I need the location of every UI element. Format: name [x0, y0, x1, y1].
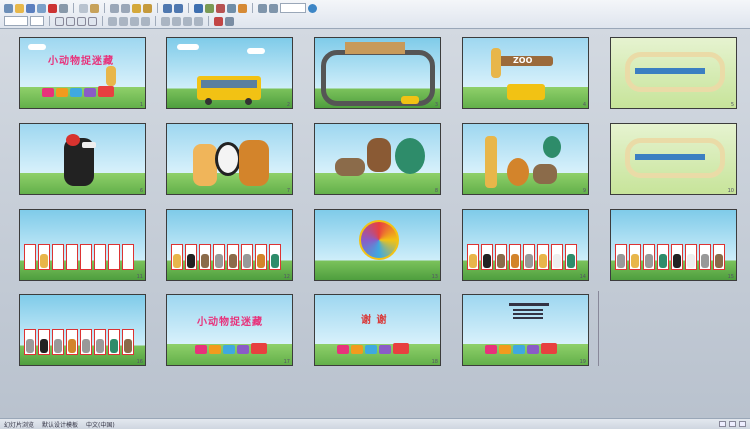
- permission-icon[interactable]: [37, 3, 46, 13]
- research-icon[interactable]: [90, 3, 99, 13]
- table-icon[interactable]: [205, 3, 214, 13]
- increase-font-icon[interactable]: [183, 16, 192, 26]
- distribute-icon[interactable]: [141, 16, 150, 26]
- slide-thumbnail-11[interactable]: 11: [19, 209, 146, 281]
- numbering-icon[interactable]: [161, 16, 170, 26]
- insertion-cursor: [598, 291, 599, 366]
- spell-check-icon[interactable]: [79, 3, 88, 13]
- status-theme: 默认设计模板: [42, 421, 79, 429]
- new-slide-icon[interactable]: [238, 3, 247, 13]
- zoom-combo[interactable]: [280, 3, 306, 13]
- design-icon[interactable]: [225, 16, 234, 26]
- slide-thumbnail-3[interactable]: 3: [314, 37, 441, 109]
- font-size-combo[interactable]: [30, 16, 44, 26]
- slide-thumbnail-5[interactable]: 5: [610, 37, 737, 109]
- slide-thumbnail-16[interactable]: 16: [19, 294, 146, 366]
- font-name-combo[interactable]: [4, 16, 28, 26]
- decrease-font-icon[interactable]: [194, 16, 203, 26]
- slide-thumbnail-17[interactable]: 小动物捉迷藏 17: [166, 294, 293, 366]
- textbox-icon[interactable]: [227, 3, 236, 13]
- cut-icon[interactable]: [110, 3, 119, 13]
- slide-thumbnail-8[interactable]: 8: [314, 123, 441, 195]
- align-center-icon[interactable]: [119, 16, 128, 26]
- chart-icon[interactable]: [216, 3, 225, 13]
- copy-icon[interactable]: [121, 3, 130, 13]
- view-buttons: [719, 421, 750, 427]
- italic-icon[interactable]: [66, 16, 75, 26]
- redo-icon[interactable]: [174, 3, 183, 13]
- slide-thumbnail-9[interactable]: 9: [462, 123, 589, 195]
- print-icon[interactable]: [59, 3, 68, 13]
- slideshow-view-icon[interactable]: [739, 421, 746, 427]
- format-painter-icon[interactable]: [143, 3, 152, 13]
- slide-thumbnail-14[interactable]: 14: [462, 209, 589, 281]
- slide-thumbnail-7[interactable]: 7: [166, 123, 293, 195]
- slide-thumbnail-19[interactable]: 19: [462, 294, 589, 366]
- font-color-icon[interactable]: [214, 16, 223, 26]
- shadow-icon[interactable]: [88, 16, 97, 26]
- slide-thumbnail-4[interactable]: ZOO 4: [462, 37, 589, 109]
- zoo-sign: ZOO: [513, 56, 533, 65]
- slide-thumbnail-18[interactable]: 谢 谢 18: [314, 294, 441, 366]
- status-language: 中文(中国): [86, 421, 115, 429]
- toolbar-row-standard: [4, 2, 317, 14]
- help-icon[interactable]: [308, 3, 317, 13]
- email-icon[interactable]: [48, 3, 57, 13]
- ending-title: 小动物捉迷藏: [197, 317, 263, 328]
- bold-icon[interactable]: [55, 16, 64, 26]
- slide-thumbnail-10[interactable]: 10: [610, 123, 737, 195]
- slide-thumbnail-15[interactable]: 15: [610, 209, 737, 281]
- bullets-icon[interactable]: [172, 16, 181, 26]
- align-right-icon[interactable]: [130, 16, 139, 26]
- align-left-icon[interactable]: [108, 16, 117, 26]
- slide-thumbnail-6[interactable]: 6: [19, 123, 146, 195]
- paste-icon[interactable]: [132, 3, 141, 13]
- slide-thumbnail-1[interactable]: 小动物捉迷藏 1: [19, 37, 146, 109]
- save-icon[interactable]: [26, 3, 35, 13]
- status-slide-info: 幻灯片浏览: [4, 421, 35, 429]
- thanks-title: 谢 谢: [361, 315, 388, 326]
- status-bar: 幻灯片浏览 默认设计模板 中文(中国): [0, 418, 750, 429]
- toolbar-row-formatting: [4, 15, 234, 27]
- toolbar: [0, 0, 750, 29]
- open-icon[interactable]: [15, 3, 24, 13]
- color-grayscale-icon[interactable]: [269, 3, 278, 13]
- grid-icon[interactable]: [258, 3, 267, 13]
- normal-view-icon[interactable]: [719, 421, 726, 427]
- slide-thumbnail-12[interactable]: 12: [166, 209, 293, 281]
- hyperlink-icon[interactable]: [194, 3, 203, 13]
- cover-title: 小动物捉迷藏: [48, 56, 114, 67]
- undo-icon[interactable]: [163, 3, 172, 13]
- sorter-view-icon[interactable]: [729, 421, 736, 427]
- underline-icon[interactable]: [77, 16, 86, 26]
- slide-thumbnail-13[interactable]: 13: [314, 209, 441, 281]
- new-icon[interactable]: [4, 3, 13, 13]
- slide-thumbnail-2[interactable]: 2: [166, 37, 293, 109]
